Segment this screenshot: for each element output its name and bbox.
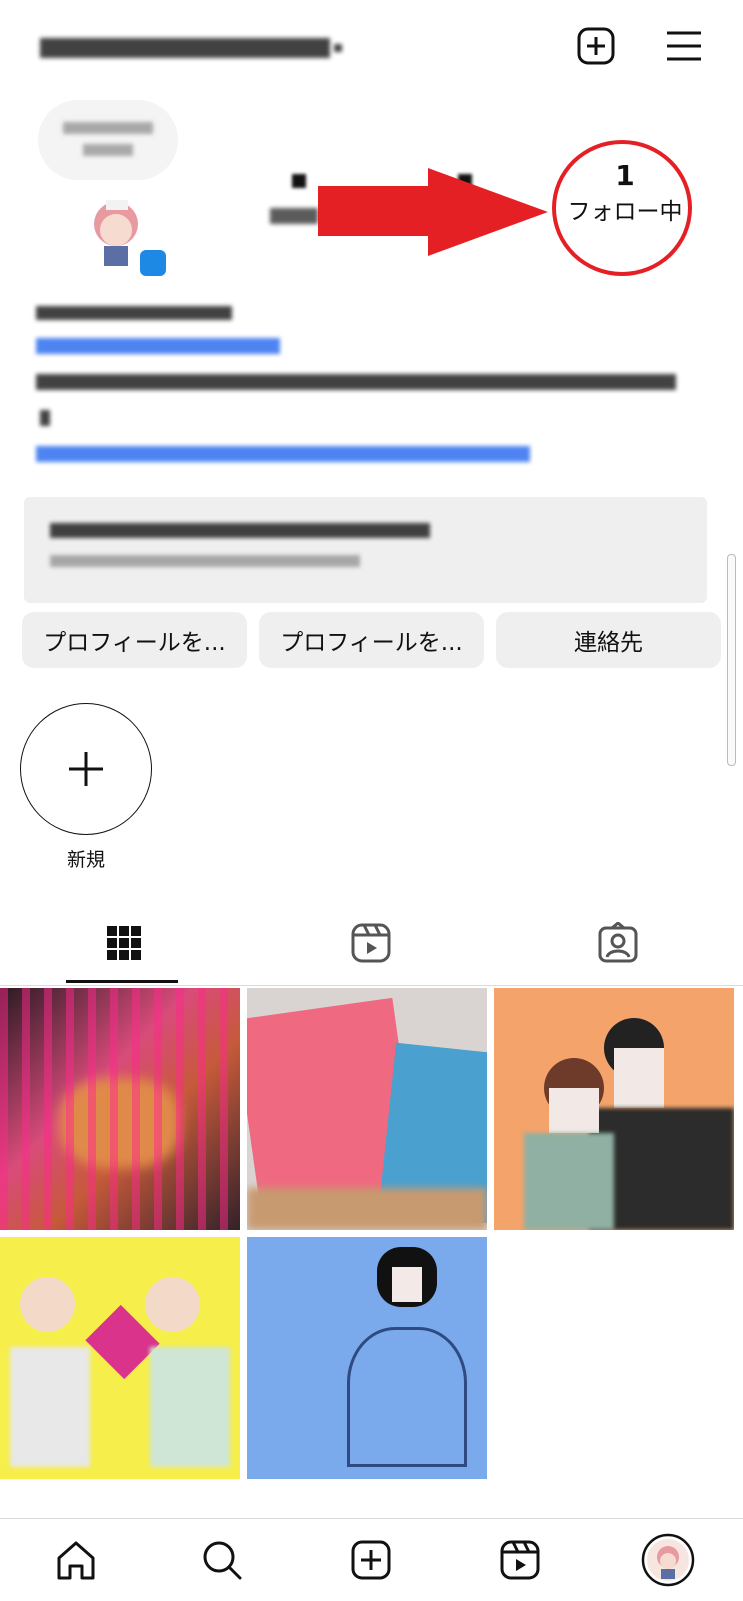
post-tile[interactable]: [247, 1237, 487, 1479]
hamburger-menu-icon: [667, 31, 701, 61]
home-icon: [57, 1541, 95, 1580]
bio-line-1: [36, 374, 676, 390]
menu-button[interactable]: [664, 26, 704, 66]
create-icon: [351, 1540, 391, 1580]
annotation-arrow-head: [428, 168, 548, 256]
post-tile[interactable]: [494, 988, 734, 1230]
category-link[interactable]: [36, 338, 280, 354]
bio-link[interactable]: [36, 446, 530, 462]
tab-reels[interactable]: [247, 900, 494, 985]
share-profile-button[interactable]: プロフィールを...: [259, 612, 484, 668]
display-name: [36, 306, 232, 320]
verified-badge-icon: [140, 250, 166, 276]
post-tile[interactable]: [0, 988, 240, 1230]
post-tile[interactable]: [0, 1237, 240, 1479]
profile-avatar: [641, 1533, 695, 1587]
plus-square-icon: [577, 27, 615, 65]
profile-avatar-area[interactable]: [38, 100, 178, 280]
posts-count: [292, 174, 306, 188]
contact-button[interactable]: 連絡先: [496, 612, 721, 668]
reels-icon: [351, 923, 390, 962]
annotation-circle: [552, 140, 692, 276]
nav-reels[interactable]: [490, 1533, 550, 1587]
content-tabs: [0, 900, 743, 986]
nav-create[interactable]: [341, 1533, 401, 1587]
nav-profile[interactable]: [638, 1533, 698, 1587]
bottom-navigation: [0, 1518, 743, 1601]
nav-home[interactable]: [46, 1533, 106, 1587]
tagged-user-icon: [598, 921, 637, 962]
edit-profile-button[interactable]: プロフィールを...: [22, 612, 247, 668]
tab-active-indicator: [66, 980, 178, 983]
bio-line-2: [40, 410, 50, 426]
plus-icon: [69, 752, 103, 786]
annotation-arrow-shaft: [318, 186, 438, 236]
posts-label: [270, 208, 318, 224]
tab-tagged[interactable]: [494, 900, 741, 985]
search-icon: [203, 1541, 242, 1580]
tab-grid[interactable]: [0, 900, 247, 985]
note-bubble[interactable]: [38, 100, 178, 180]
new-highlight-button[interactable]: [20, 703, 152, 835]
scrollbar[interactable]: [727, 554, 736, 766]
professional-dashboard-card[interactable]: [24, 497, 707, 603]
grid-icon: [106, 925, 141, 960]
create-post-button[interactable]: [576, 26, 616, 66]
nav-search[interactable]: [192, 1533, 252, 1587]
username-dropdown[interactable]: [40, 28, 342, 64]
new-highlight-label: 新規: [66, 849, 105, 871]
post-tile[interactable]: [247, 988, 487, 1230]
reels-icon: [500, 1540, 540, 1580]
